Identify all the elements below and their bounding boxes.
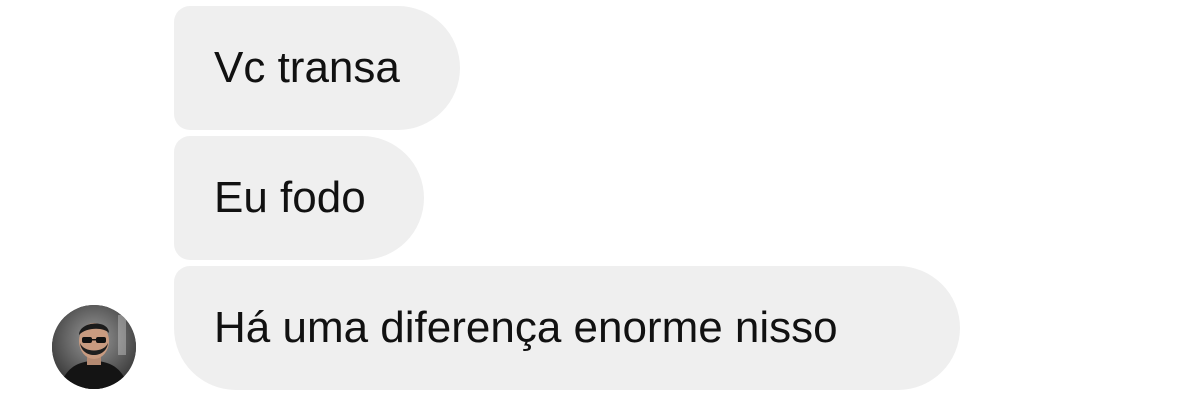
message-text: Vc transa [214, 43, 400, 92]
message-text: Eu fodo [214, 173, 366, 222]
message-bubble[interactable]: Há uma diferença enorme nisso [174, 266, 960, 390]
message-bubble[interactable]: Eu fodo [174, 136, 424, 260]
message-bubble[interactable]: Vc transa [174, 6, 460, 130]
sender-avatar[interactable] [52, 305, 136, 389]
message-text: Há uma diferença enorme nisso [214, 303, 838, 352]
message-thread: Vc transa Eu fodo Há uma diferença enorm… [0, 0, 1193, 398]
user-photo-avatar-icon [52, 305, 136, 389]
